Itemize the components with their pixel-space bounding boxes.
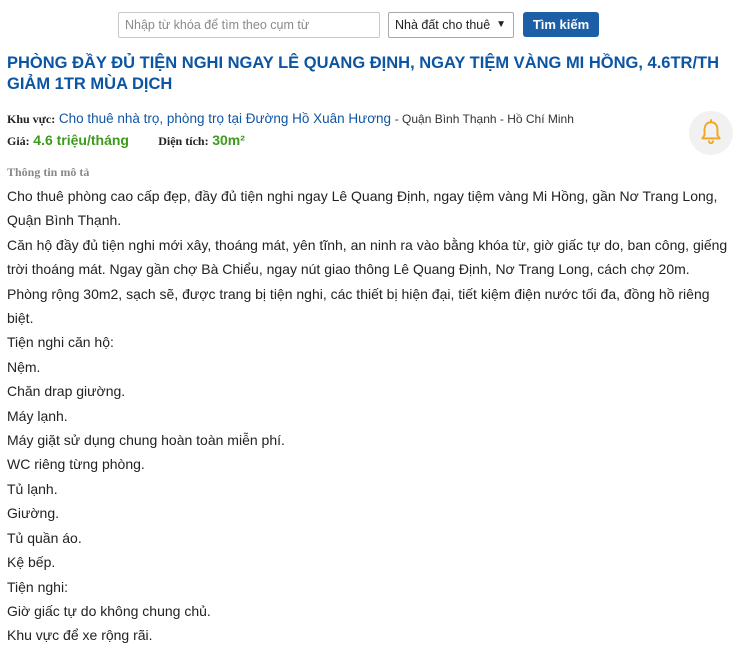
description-line: Căn hộ đầy đủ tiện nghi mới xây, thoáng … <box>7 236 728 278</box>
price-row: Giá: 4.6 triệu/tháng Diện tích: 30m² <box>7 131 245 150</box>
chevron-down-icon: ▼ <box>496 19 506 30</box>
price-label: Giá: <box>7 134 30 148</box>
description-line: Tủ lạnh. <box>7 480 58 497</box>
area-label: Khu vực: <box>7 112 56 126</box>
search-input[interactable] <box>118 12 380 38</box>
search-button[interactable]: Tìm kiếm <box>523 12 599 37</box>
description-line: Tiện nghi: <box>7 578 68 595</box>
notification-bell-button[interactable] <box>689 111 733 155</box>
location-row: Khu vực: Cho thuê nhà trọ, phòng trọ tại… <box>7 110 574 128</box>
description-line: Kệ bếp. <box>7 554 56 571</box>
description-line: Tiện nghi căn hộ: <box>7 334 114 351</box>
description: Cho thuê phòng cao cấp đẹp, đầy đủ tiện … <box>7 184 737 648</box>
bell-icon <box>701 119 721 145</box>
area-district: - Quận Bình Thạnh - Hồ Chí Minh <box>394 112 574 126</box>
description-line: Khu vực để xe rộng rãi. <box>7 627 153 644</box>
area-link[interactable]: Cho thuê nhà trọ, phòng trọ tại Đường Hồ… <box>59 111 391 126</box>
size-label: Diện tích: <box>158 134 209 148</box>
size-value: 30m² <box>212 132 245 148</box>
category-select[interactable]: Nhà đất cho thuê ▼ <box>388 12 514 38</box>
description-line: Tủ quần áo. <box>7 529 82 546</box>
description-line: Giờ giấc tự do không chung chủ. <box>7 602 211 619</box>
description-line: Cho thuê phòng cao cấp đẹp, đầy đủ tiện … <box>7 188 718 229</box>
section-label: Thông tin mô tả <box>7 165 90 179</box>
description-line: WC riêng từng phòng. <box>7 456 145 473</box>
description-line: Chăn drap giường. <box>7 383 126 400</box>
description-line: Nệm. <box>7 358 41 375</box>
listing-title: PHÒNG ĐẦY ĐỦ TIỆN NGHI NGAY LÊ QUANG ĐỊN… <box>7 54 720 93</box>
description-line: Phòng rộng 30m2, sạch sẽ, được trang bị … <box>7 285 710 327</box>
description-line: Máy giặt sử dụng chung hoàn toàn miễn ph… <box>7 432 285 449</box>
category-select-value: Nhà đất cho thuê <box>395 18 491 32</box>
price-value: 4.6 triệu/tháng <box>33 132 129 148</box>
description-line: Máy lạnh. <box>7 407 68 424</box>
description-line: Giường. <box>7 505 60 522</box>
